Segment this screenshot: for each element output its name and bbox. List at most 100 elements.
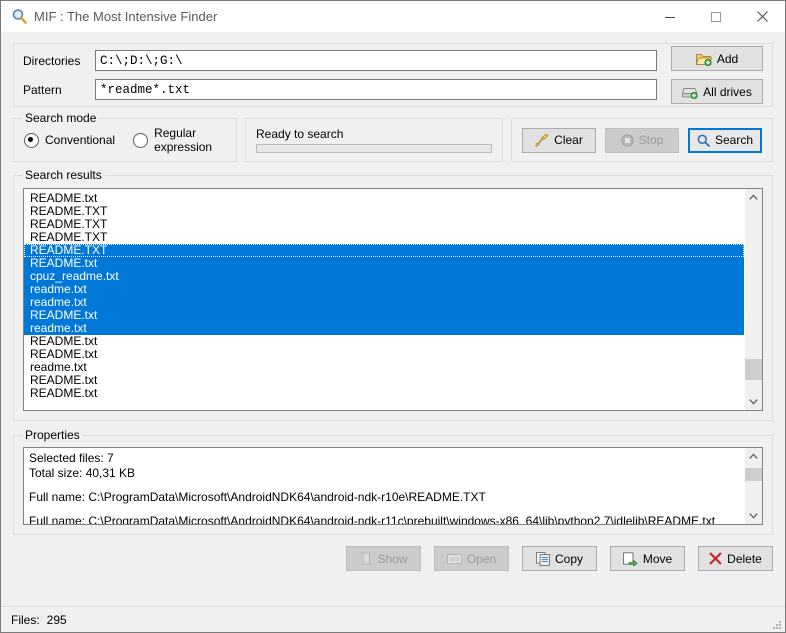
show-icon <box>359 552 372 565</box>
directories-input[interactable]: C:\;D:\;G:\ <box>95 50 657 71</box>
magnifier-icon <box>9 7 29 27</box>
maximize-button[interactable] <box>693 1 739 32</box>
progress-group: Ready to search <box>245 118 503 162</box>
minimize-button[interactable] <box>647 1 693 32</box>
scroll-down-icon[interactable] <box>745 507 762 524</box>
list-item[interactable]: README.txt <box>24 335 744 348</box>
list-item[interactable]: README.TXT <box>24 244 744 257</box>
properties-line <box>29 505 744 514</box>
list-item[interactable]: readme.txt <box>24 296 744 309</box>
move-button[interactable]: Move <box>610 546 685 571</box>
list-item[interactable]: readme.txt <box>24 283 744 296</box>
properties-line: Selected files: 7 <box>29 451 114 465</box>
directories-row: Directories C:\;D:\;G:\ <box>23 50 657 71</box>
radio-conventional[interactable]: Conventional <box>24 132 116 148</box>
search-actions-group: Clear Stop Search <box>511 118 773 162</box>
move-button-label: Move <box>642 551 673 566</box>
properties-line: Total size: 40,31 KB <box>29 466 136 480</box>
properties-line <box>29 481 744 490</box>
list-item[interactable]: README.txt <box>24 192 744 205</box>
clear-button-label: Clear <box>554 133 583 147</box>
stop-button-label: Stop <box>638 133 664 147</box>
drive-add-icon <box>682 85 698 99</box>
results-scrollbar[interactable] <box>744 189 762 410</box>
scroll-up-icon[interactable] <box>745 189 762 206</box>
search-button-label: Search <box>714 133 754 147</box>
radio-regular-expression[interactable]: Regular expression <box>133 126 236 154</box>
file-actions-bar: Show Open Copy Move Delete <box>13 546 773 571</box>
pattern-input[interactable]: *readme*.txt <box>95 79 657 100</box>
properties-line: Full name: C:\ProgramData\Microsoft\Andr… <box>29 514 716 524</box>
list-item[interactable]: README.TXT <box>24 231 744 244</box>
list-item[interactable]: README.txt <box>24 309 744 322</box>
progress-status-text: Ready to search <box>256 127 344 141</box>
search-button[interactable]: Search <box>688 127 762 153</box>
radio-regular-expression-label: Regular expression <box>154 126 213 154</box>
results-scroll-track[interactable] <box>745 206 762 393</box>
all-drives-button[interactable]: All drives <box>671 79 763 104</box>
delete-button-label: Delete <box>727 551 762 566</box>
move-icon <box>622 551 638 566</box>
list-item[interactable]: README.txt <box>24 387 744 400</box>
pattern-row: Pattern *readme*.txt <box>23 79 657 100</box>
results-listbox[interactable]: README.txt README.TXT README.TXT README.TXT… <box>23 188 763 411</box>
all-drives-button-label: All drives <box>703 84 752 99</box>
list-item[interactable]: README.TXT <box>24 218 744 231</box>
clear-button[interactable]: Clear <box>522 127 596 153</box>
pattern-label: Pattern <box>23 82 62 97</box>
copy-button-label: Copy <box>554 551 583 566</box>
results-list: README.txt README.TXT README.TXT README.TXT… <box>24 189 744 410</box>
show-button: Show <box>346 546 421 571</box>
results-scroll-thumb[interactable] <box>745 359 762 380</box>
files-label: Files: <box>11 612 40 627</box>
list-item[interactable]: readme.txt <box>24 361 744 374</box>
add-button-label: Add <box>716 51 739 66</box>
add-button[interactable]: Add <box>671 46 763 71</box>
delete-button[interactable]: Delete <box>698 546 773 571</box>
directory-buttons: Add All drives <box>671 46 763 104</box>
open-button: Open <box>434 546 509 571</box>
broom-icon <box>535 133 549 147</box>
stop-icon <box>621 133 634 147</box>
scroll-down-icon[interactable] <box>745 393 762 410</box>
list-item[interactable]: README.txt <box>24 374 744 387</box>
list-item[interactable]: readme.txt <box>24 322 744 335</box>
properties-scrollbar[interactable] <box>744 448 762 524</box>
properties-scroll-thumb[interactable] <box>745 468 762 481</box>
directories-label: Directories <box>23 53 81 68</box>
search-results-group: Search results README.txt README.TXT READM… <box>13 169 773 421</box>
copy-button[interactable]: Copy <box>522 546 597 571</box>
status-bar: Files: 295 <box>1 606 785 632</box>
search-icon <box>697 134 710 147</box>
show-button-label: Show <box>377 551 408 566</box>
radio-dot-icon <box>133 132 149 148</box>
scroll-up-icon[interactable] <box>745 448 762 465</box>
close-button[interactable] <box>739 1 785 32</box>
properties-group-title: Properties <box>22 429 83 442</box>
window-controls <box>647 1 785 32</box>
search-mode-group-title: Search mode <box>22 112 100 125</box>
list-item[interactable]: README.txt <box>24 348 744 361</box>
list-item[interactable]: README.TXT <box>24 205 744 218</box>
window-title: MIF : The Most Intensive Finder <box>34 9 218 24</box>
files-count: 295 <box>46 612 67 627</box>
open-icon <box>446 553 462 565</box>
title-bar: MIF : The Most Intensive Finder <box>1 1 785 32</box>
folder-add-icon <box>695 52 712 66</box>
client-area: Directories C:\;D:\;G:\ Pattern *readme*… <box>1 32 785 632</box>
properties-group: Properties Selected files: 7 Total size: … <box>13 429 773 535</box>
progress-bar <box>256 144 492 153</box>
search-form-panel: Directories C:\;D:\;G:\ Pattern *readme*… <box>13 43 773 107</box>
list-item[interactable]: cpuz_readme.txt <box>24 270 744 283</box>
resize-grip-icon[interactable] <box>770 618 782 630</box>
copy-icon <box>536 551 550 566</box>
input-fields: Directories C:\;D:\;G:\ Pattern *readme*… <box>23 50 657 100</box>
properties-scroll-track[interactable] <box>745 465 762 507</box>
properties-text: Selected files: 7 Total size: 40,31 KB Ful… <box>24 448 744 524</box>
properties-box[interactable]: Selected files: 7 Total size: 40,31 KB Ful… <box>23 447 763 525</box>
list-item[interactable]: README.txt <box>24 257 744 270</box>
radio-conventional-label: Conventional <box>45 133 116 147</box>
open-button-label: Open <box>466 551 497 566</box>
search-mode-group: Search mode Conventional Regular express… <box>13 112 237 162</box>
app-window: MIF : The Most Intensive Finder Director… <box>0 0 786 633</box>
